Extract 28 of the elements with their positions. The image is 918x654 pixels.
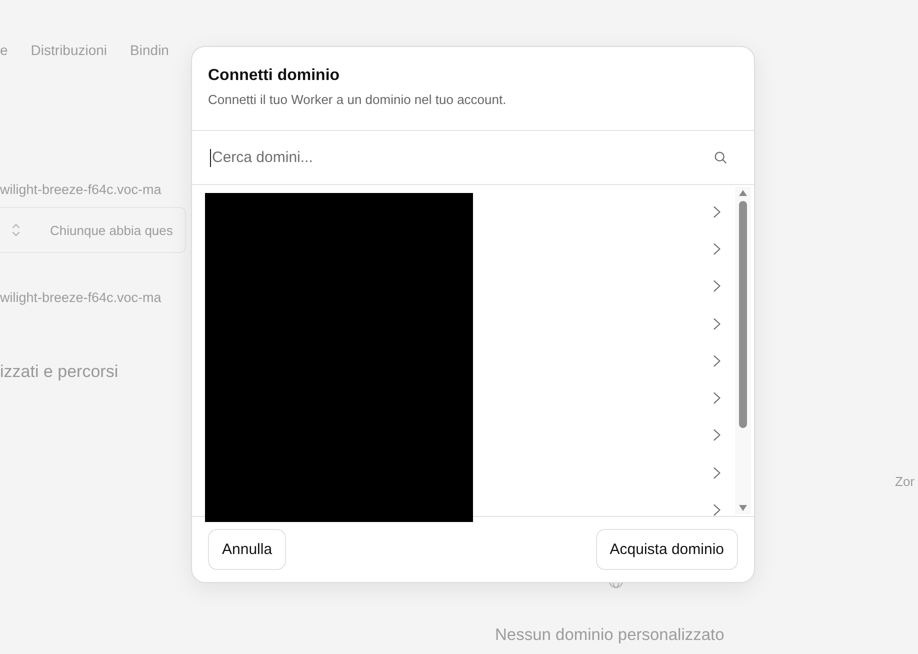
chevron-right-icon[interactable] [713, 429, 721, 442]
column-label: Zor [895, 474, 914, 489]
chevron-up-down-icon [11, 222, 21, 238]
chevron-right-icon[interactable] [713, 242, 721, 255]
page-tab[interactable]: e [0, 41, 8, 59]
scroll-up-icon[interactable] [739, 190, 747, 196]
empty-state-text: Nessun dominio personalizzato [495, 626, 724, 644]
hostname-text: wilight-breeze-f64c.voc-ma [0, 181, 162, 199]
access-select[interactable]: Chiunque abbia ques [0, 207, 186, 253]
search-input[interactable]: Cerca domini... [210, 142, 698, 172]
page-tab[interactable]: Bindin [130, 41, 169, 59]
chevron-right-icon[interactable] [713, 280, 721, 292]
page-tab[interactable]: Distribuzioni [30, 41, 108, 59]
chevron-right-icon[interactable] [713, 466, 721, 479]
chevron-right-icon[interactable] [713, 392, 721, 404]
chevron-right-icon[interactable] [713, 354, 721, 367]
scrollbar-thumb[interactable] [739, 201, 747, 428]
buy-domain-button[interactable]: Acquista dominio [596, 529, 738, 570]
chevron-right-icon[interactable] [713, 318, 721, 330]
cancel-button[interactable]: Annulla [208, 529, 286, 570]
scroll-down-icon[interactable] [739, 505, 747, 511]
chevron-right-icon[interactable] [713, 504, 721, 516]
section-heading: izzati e percorsi [0, 361, 118, 383]
hostname-text: wilight-breeze-f64c.voc-ma [0, 289, 162, 307]
chevron-right-icon[interactable] [713, 206, 721, 218]
search-icon [714, 151, 727, 164]
dialog-title: Connetti dominio [208, 66, 340, 86]
dialog-subtitle: Connetti il tuo Worker a un dominio nel tuo account. [208, 92, 506, 108]
